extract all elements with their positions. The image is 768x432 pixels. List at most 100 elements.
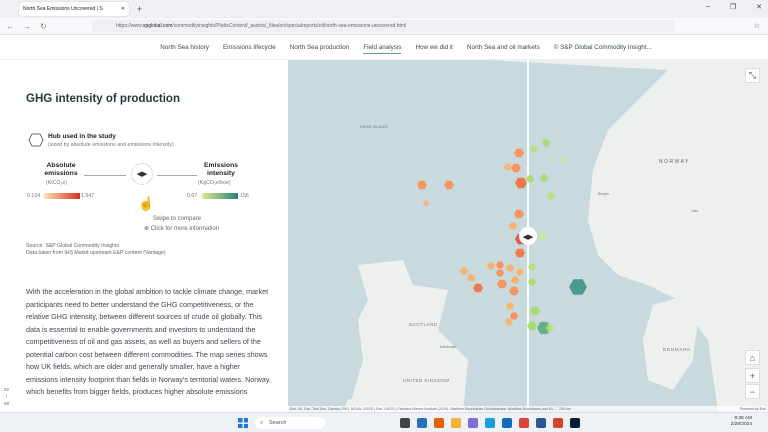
field-hexagon[interactable]	[511, 163, 521, 173]
absolute-emissions-label: Absolute emissions	[44, 162, 78, 177]
absolute-emissions-unit: (KtCO₂e)	[46, 180, 68, 186]
taskbar-search[interactable]: ⌕ Search	[255, 417, 325, 429]
zoom-in-button[interactable]: +	[745, 368, 760, 383]
field-hexagon[interactable]	[538, 232, 546, 240]
photoshop-icon[interactable]	[570, 418, 580, 428]
bookmark-star-icon[interactable]: ☆	[754, 22, 760, 30]
map-label-scotland: SCOTLAND	[409, 322, 438, 327]
field-hexagon[interactable]	[542, 139, 550, 147]
field-hexagon[interactable]	[528, 278, 536, 286]
emissions-intensity-scale	[202, 193, 238, 199]
absolute-emissions-scale	[44, 193, 80, 199]
field-hexagon[interactable]	[496, 261, 504, 269]
map-label-oslo: Oslo	[691, 209, 698, 213]
site-nav: North Sea history Emissions lifecycle No…	[0, 36, 768, 60]
reload-icon[interactable]: ↻	[40, 22, 47, 31]
field-hexagon[interactable]	[514, 209, 524, 219]
tab-title: North Sea Emissions Uncovered | S	[23, 6, 103, 12]
field-hexagon[interactable]	[515, 248, 525, 258]
field-hexagon[interactable]	[509, 286, 519, 296]
page-total: 08	[4, 401, 10, 406]
browser-tab[interactable]: North Sea Emissions Uncovered | S ✕	[19, 2, 129, 16]
back-icon[interactable]: ←	[6, 22, 14, 31]
file-explorer-icon[interactable]	[451, 418, 461, 428]
new-tab-button[interactable]: +	[137, 4, 142, 14]
field-hexagon[interactable]	[514, 148, 524, 158]
field-hexagon[interactable]	[569, 279, 587, 295]
map-label-norway: NORWAY	[659, 159, 690, 165]
body-paragraph: With the acceleration in the global ambi…	[26, 287, 271, 396]
field-hexagon[interactable]	[560, 157, 566, 163]
copilot-icon[interactable]	[468, 418, 478, 428]
nav-field-analysis[interactable]: Field analysis	[363, 44, 402, 54]
url-domain: spglobal.com	[142, 23, 173, 29]
url-input[interactable]: https://www. spglobal.com/commodityinsigh…	[92, 20, 674, 32]
store-icon[interactable]	[417, 418, 427, 428]
fullscreen-button[interactable]: ⤡	[745, 68, 760, 83]
left-arrow-line	[84, 175, 126, 176]
map-label-edinburgh: Edinburgh	[440, 345, 456, 349]
restore-icon[interactable]: ❐	[730, 3, 736, 11]
map-label-denmark: DENMARK	[663, 347, 691, 352]
int-max: 156	[240, 193, 249, 199]
nav-how-we-did-it[interactable]: How we did it	[415, 44, 452, 59]
edge-icon[interactable]	[485, 418, 495, 428]
field-hexagon[interactable]	[528, 263, 536, 271]
powerpoint-icon[interactable]	[553, 418, 563, 428]
field-hexagon[interactable]	[547, 192, 555, 200]
swipe-arrows-icon: ◀▶	[523, 234, 534, 241]
task-view-icon[interactable]	[400, 418, 410, 428]
zoom-out-button[interactable]: −	[745, 384, 760, 399]
field-hexagon[interactable]	[417, 180, 427, 190]
field-hexagon[interactable]	[540, 174, 548, 182]
nav-north-sea-production[interactable]: North Sea production	[290, 44, 350, 59]
field-hexagon[interactable]	[530, 145, 538, 153]
scale-bar: 200 km	[559, 407, 571, 411]
field-hexagon[interactable]	[473, 283, 483, 293]
nav-copyright[interactable]: © S&P Global Commodity Insight...	[554, 44, 652, 59]
land-scotland-uk	[348, 260, 468, 412]
field-hexagon[interactable]	[504, 163, 512, 171]
home-button[interactable]: ⌂	[745, 350, 760, 365]
close-tab-icon[interactable]: ✕	[121, 6, 125, 12]
source-line: Source: S&P Global Commodity Insights	[26, 243, 120, 249]
hand-swipe-icon: ☝	[138, 196, 155, 211]
field-hexagon[interactable]	[530, 306, 540, 316]
field-hexagon[interactable]	[505, 318, 513, 326]
field-hexagon[interactable]	[511, 276, 519, 284]
field-hexagon[interactable]	[444, 180, 454, 190]
field-hexagon[interactable]	[515, 177, 527, 189]
nav-north-sea-oil-markets[interactable]: North Sea and oil markets	[467, 44, 540, 59]
land-denmark	[643, 295, 698, 390]
forward-icon[interactable]: →	[23, 22, 31, 31]
firefox-icon[interactable]	[434, 418, 444, 428]
field-hexagon[interactable]	[510, 312, 518, 320]
story-panel: GHG intensity of production Hub used in …	[0, 60, 288, 412]
field-hexagon[interactable]	[506, 302, 514, 310]
chrome-icon[interactable]	[519, 418, 529, 428]
field-hexagon[interactable]	[460, 267, 468, 275]
swipe-map[interactable]: ◀▶ NORWAY SCOTLAND UNITED KINGDOM DENMAR…	[288, 60, 768, 412]
field-hexagon[interactable]	[516, 268, 524, 276]
plus-circle-icon: ⊕	[144, 226, 151, 232]
nav-emissions-lifecycle[interactable]: Emissions lifecycle	[223, 44, 276, 59]
field-hexagon[interactable]	[506, 264, 514, 272]
address-bar-row: ← → ↻ https://www. spglobal.com/commodityin…	[0, 18, 768, 35]
url-path: /commodityinsights/PlattsContent/_assets…	[172, 23, 407, 29]
outlook-icon[interactable]	[502, 418, 512, 428]
map-canvas[interactable]: ◀▶ NORWAY SCOTLAND UNITED KINGDOM DENMAR…	[288, 60, 768, 412]
windows-start-icon[interactable]	[238, 418, 248, 428]
close-window-icon[interactable]: ✕	[756, 3, 762, 11]
more-info-link[interactable]: ⊕ Click for more information	[144, 225, 219, 232]
clock[interactable]: 9:36 AM 2/28/2024	[731, 416, 752, 428]
field-hexagon[interactable]	[509, 222, 517, 230]
field-hexagon[interactable]	[467, 274, 475, 282]
page-current: 02	[4, 387, 10, 392]
field-hexagon[interactable]	[497, 279, 507, 289]
field-hexagon[interactable]	[496, 269, 504, 277]
nav-north-sea-history[interactable]: North Sea history	[160, 44, 209, 59]
field-hexagon[interactable]	[487, 262, 495, 270]
minimize-icon[interactable]: –	[706, 3, 710, 11]
field-hexagon[interactable]	[423, 200, 429, 206]
word-icon[interactable]	[536, 418, 546, 428]
